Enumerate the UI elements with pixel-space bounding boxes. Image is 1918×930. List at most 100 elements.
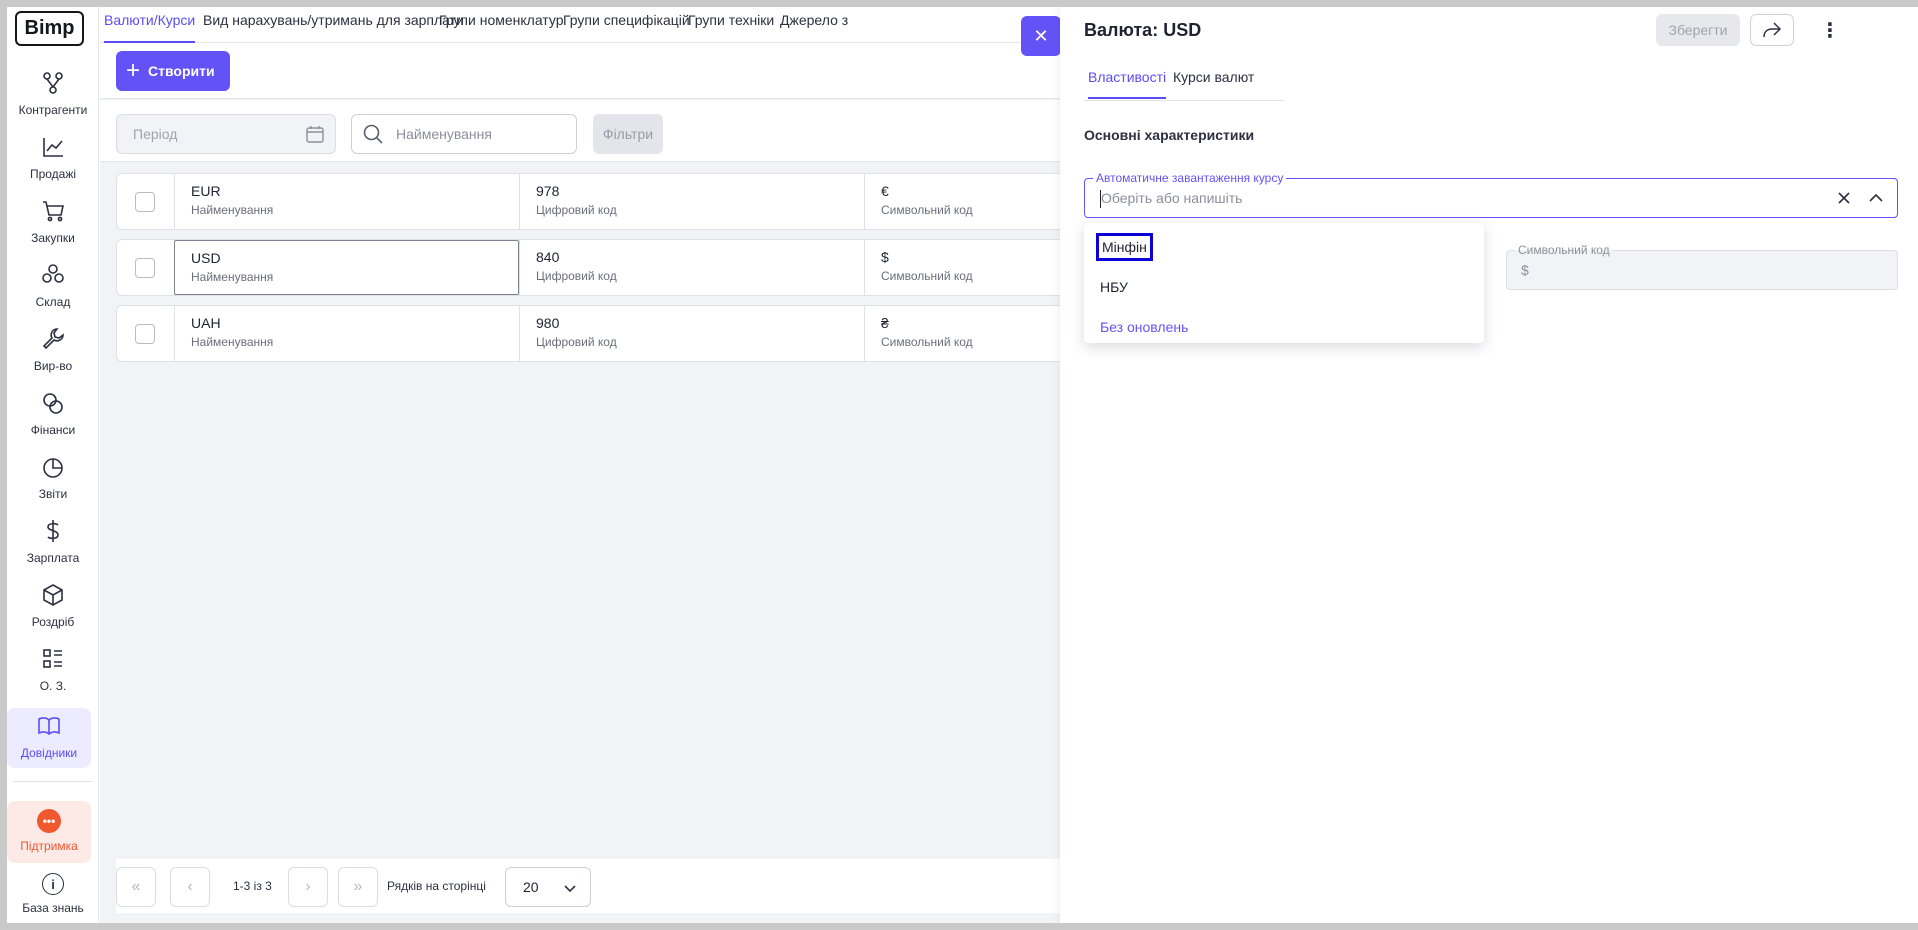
sidebar-item-label: Зарплата xyxy=(26,551,80,565)
sidebar-divider xyxy=(13,781,93,782)
name-cell[interactable]: UAH Найменування xyxy=(174,306,519,361)
symbol-cell[interactable]: $ Символьний код xyxy=(864,240,1069,295)
sidebar-item-directories[interactable]: Довідники xyxy=(7,708,91,768)
tab-exchange-rates[interactable]: Курси валют xyxy=(1173,69,1254,99)
symbol-label: Символьний код xyxy=(881,203,973,217)
table-row[interactable]: UAH Найменування 980 Цифровий код ₴ Симв… xyxy=(116,305,1070,362)
chevron-up-icon[interactable] xyxy=(1867,189,1885,207)
name-cell[interactable]: USD Найменування xyxy=(174,240,519,295)
more-vertical-icon: ⋮ xyxy=(1820,19,1840,42)
tab-accrual-types[interactable]: Вид нарахувань/утримань для зарплати xyxy=(203,7,464,43)
row-checkbox[interactable] xyxy=(135,258,155,278)
share-icon xyxy=(1763,22,1782,38)
rows-per-page-value: 20 xyxy=(523,879,539,895)
option-nbu[interactable]: НБУ xyxy=(1100,279,1128,295)
code-cell[interactable]: 980 Цифровий код xyxy=(519,306,864,361)
clear-icon[interactable] xyxy=(1835,189,1853,207)
sidebar-item-reports[interactable]: Звіти xyxy=(7,441,99,501)
name-value: EUR xyxy=(191,183,221,199)
save-button[interactable]: Зберегти xyxy=(1656,14,1740,46)
double-chevron-left-icon: « xyxy=(131,878,141,895)
table-row[interactable]: USD Найменування 840 Цифровий код $ Симв… xyxy=(116,239,1070,296)
period-input[interactable]: Період xyxy=(116,114,336,154)
symbol-cell[interactable]: ₴ Символьний код xyxy=(864,306,1069,361)
code-value: 978 xyxy=(536,183,560,199)
sidebar-item-counterparties[interactable]: Контрагенти xyxy=(7,57,99,117)
sidebar-item-production[interactable]: Вир-во xyxy=(7,313,99,373)
filters-bar: Період Найменування Фільтри xyxy=(100,100,1070,162)
auto-rate-load-dropdown: Мінфін НБУ Без оновлень xyxy=(1084,223,1484,343)
sidebar-item-purchases[interactable]: Закупки xyxy=(7,185,99,245)
sidebar: Bimp Контрагенти Продажі Закупки Склад В… xyxy=(7,7,99,923)
tab-properties[interactable]: Властивості xyxy=(1088,69,1167,99)
section-title: Основні характеристики xyxy=(1084,127,1255,143)
chat-icon: ••• xyxy=(37,809,61,833)
sidebar-item-fixed-assets[interactable]: О. З. xyxy=(7,633,99,693)
prev-page-button[interactable]: ‹ xyxy=(170,867,210,907)
pie-chart-icon xyxy=(39,453,67,481)
sidebar-item-retail[interactable]: Роздріб xyxy=(7,569,99,629)
search-placeholder: Найменування xyxy=(396,126,492,142)
row-checkbox[interactable] xyxy=(135,192,155,212)
sidebar-item-sales[interactable]: Продажі xyxy=(7,121,99,181)
name-cell[interactable]: EUR Найменування xyxy=(174,174,519,229)
table-row[interactable]: EUR Найменування 978 Цифровий код € Симв… xyxy=(116,173,1070,230)
app-window: Bimp Контрагенти Продажі Закупки Склад В… xyxy=(7,7,1918,923)
close-drawer-button[interactable]: ✕ xyxy=(1021,16,1061,56)
toolbar: + Створити xyxy=(100,43,1070,99)
symbol-value: ₴ xyxy=(881,315,889,331)
coins-icon xyxy=(39,389,67,417)
knowledge-base-link[interactable]: i База знань xyxy=(7,873,99,923)
symbol-label: Символьний код xyxy=(881,335,973,349)
plus-icon: + xyxy=(126,57,141,84)
knowledge-base-label: База знань xyxy=(22,901,84,915)
sidebar-item-finance[interactable]: Фінанси xyxy=(7,377,99,437)
tab-item-groups[interactable]: Групи номенклатур xyxy=(439,7,564,43)
more-options-button[interactable]: ⋮ xyxy=(1818,14,1842,46)
sidebar-item-label: Контрагенти xyxy=(18,103,88,117)
tab-equipment-groups[interactable]: Групи техніки xyxy=(688,7,774,43)
chevron-down-icon xyxy=(564,885,576,893)
symbol-value: € xyxy=(881,183,889,199)
next-page-button[interactable]: › xyxy=(288,867,328,907)
search-input[interactable]: Найменування xyxy=(351,114,577,154)
code-cell[interactable]: 978 Цифровий код xyxy=(519,174,864,229)
auto-rate-load-select[interactable]: Автоматичне завантаження курсу Оберіть а… xyxy=(1084,171,1898,218)
symbol-value: $ xyxy=(881,249,889,265)
symbol-code-value: $ xyxy=(1521,262,1529,278)
rows-per-page-select[interactable]: 20 xyxy=(505,867,591,907)
calendar-icon xyxy=(306,126,324,143)
option-minfin[interactable]: Мінфін xyxy=(1096,233,1153,261)
currency-drawer: Валюта: USD Зберегти ⋮ Властивості Курси… xyxy=(1060,7,1918,923)
support-button[interactable]: ••• Підтримка xyxy=(7,801,91,863)
chevron-left-icon: ‹ xyxy=(187,878,193,895)
last-page-button[interactable]: » xyxy=(338,867,378,907)
code-value: 840 xyxy=(536,249,560,265)
tab-spec-groups[interactable]: Групи специфікацій xyxy=(563,7,690,43)
code-value: 980 xyxy=(536,315,560,331)
create-button[interactable]: + Створити xyxy=(116,51,230,91)
first-page-button[interactable]: « xyxy=(116,867,156,907)
filters-button[interactable]: Фільтри xyxy=(593,114,663,154)
code-cell[interactable]: 840 Цифровий код xyxy=(519,240,864,295)
sidebar-item-label: Довідники xyxy=(20,746,78,760)
option-no-updates[interactable]: Без оновлень xyxy=(1100,319,1188,335)
page-info: 1-3 із 3 xyxy=(233,879,272,893)
symbol-cell[interactable]: € Символьний код xyxy=(864,174,1069,229)
code-label: Цифровий код xyxy=(536,269,617,283)
close-icon: ✕ xyxy=(1033,25,1049,46)
tab-currencies[interactable]: Валюти/Курси xyxy=(104,7,196,43)
cube-icon xyxy=(39,581,67,609)
drawer-title: Валюта: USD xyxy=(1084,20,1202,40)
sidebar-item-label: Фінанси xyxy=(30,423,76,437)
sidebar-item-warehouse[interactable]: Склад xyxy=(7,249,99,309)
book-icon xyxy=(35,712,63,740)
row-checkbox[interactable] xyxy=(135,324,155,344)
tab-source[interactable]: Джерело з xyxy=(780,7,848,43)
name-label: Найменування xyxy=(191,270,274,284)
sidebar-item-salary[interactable]: Зарплата xyxy=(7,505,99,565)
sidebar-item-label: Вир-во xyxy=(33,359,73,373)
info-icon: i xyxy=(42,873,64,895)
share-button[interactable] xyxy=(1750,14,1794,46)
sidebar-item-label: Звіти xyxy=(38,487,68,501)
